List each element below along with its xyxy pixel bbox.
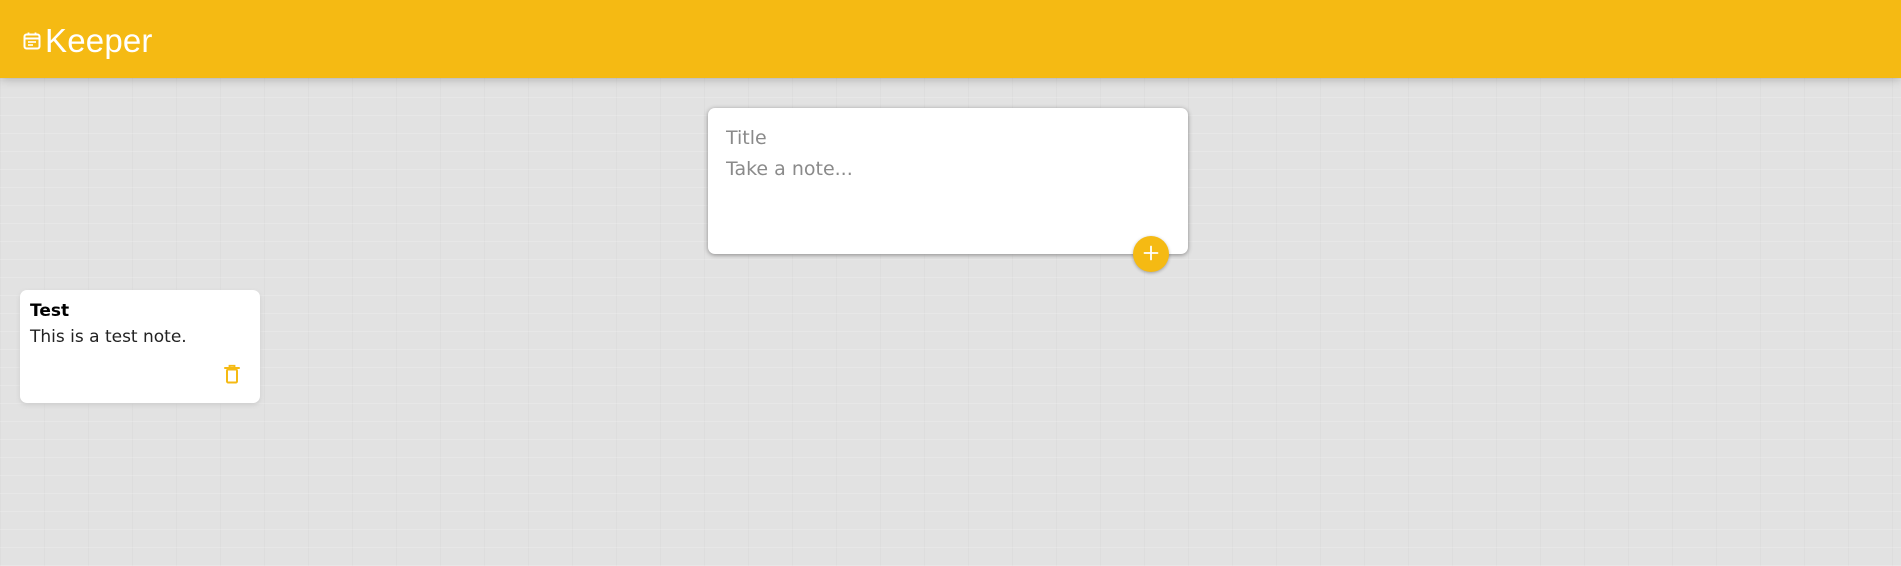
delete-note-button[interactable] bbox=[220, 362, 244, 388]
note-content-input[interactable] bbox=[726, 155, 1170, 225]
trash-icon bbox=[224, 364, 240, 387]
note-title: Test bbox=[30, 301, 70, 321]
add-note-button[interactable] bbox=[1133, 236, 1169, 272]
sticky-note-icon bbox=[22, 31, 42, 51]
plus-icon bbox=[1142, 244, 1160, 265]
note-content: This is a test note. bbox=[30, 327, 187, 347]
app-brand: Keeper bbox=[22, 22, 153, 60]
note-title-input[interactable] bbox=[726, 123, 1170, 153]
app-header: Keeper bbox=[0, 0, 1901, 78]
create-note-form bbox=[708, 108, 1188, 254]
app-title: Keeper bbox=[45, 22, 153, 59]
note-card: Test This is a test note. bbox=[20, 290, 260, 403]
